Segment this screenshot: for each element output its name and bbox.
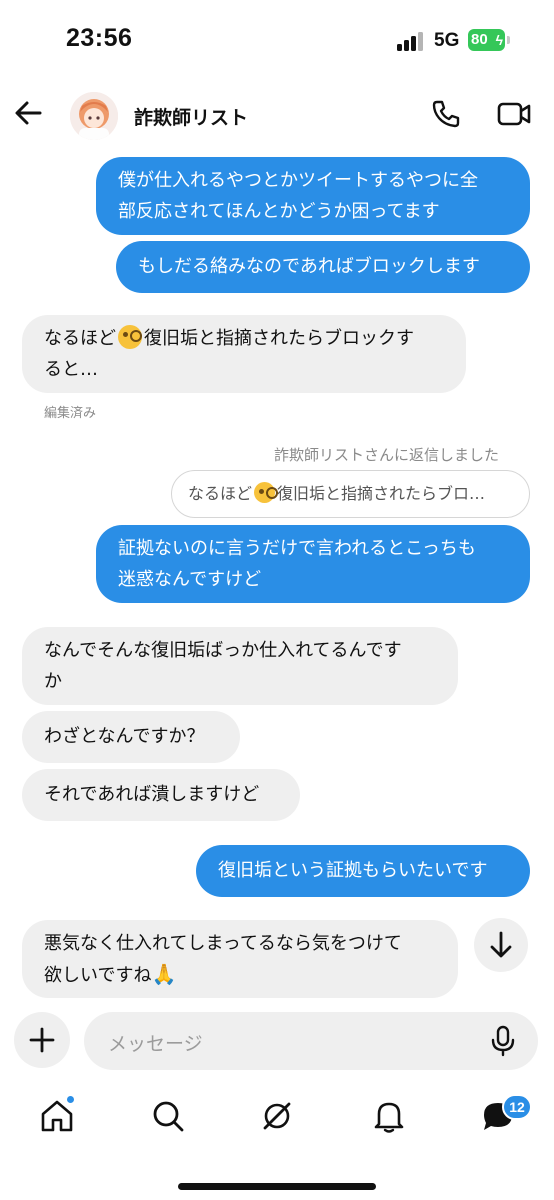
outgoing-message[interactable]: 復旧垢という証拠もらいたいです: [196, 845, 530, 897]
incoming-message[interactable]: なるほど 復旧垢と指摘されたらブロックす ると…: [22, 315, 466, 393]
reply-quote-text: なるほど: [188, 484, 253, 503]
reply-quote[interactable]: なるほど 復旧垢と指摘されたらブロ…: [171, 470, 530, 518]
tab-bar: [0, 1090, 554, 1150]
phone-icon: [432, 100, 460, 128]
avatar[interactable]: [70, 92, 118, 140]
battery-cap: [507, 36, 510, 44]
search-icon: [153, 1101, 184, 1132]
outgoing-message[interactable]: 証拠ないのに言うだけで言われるとこっちも 迷惑なんですけど: [96, 525, 530, 603]
scroll-to-bottom-button[interactable]: [474, 918, 528, 972]
message-text: なるほど: [44, 328, 116, 349]
incoming-message[interactable]: それであれば潰しますけど: [22, 769, 300, 821]
chat-title[interactable]: 詐欺師リスト: [134, 103, 248, 130]
incoming-message[interactable]: なんでそんな復旧垢ばっか仕入れてるんです か: [22, 627, 458, 705]
notification-dot: [66, 1095, 75, 1104]
tab-grok[interactable]: [257, 1096, 297, 1136]
arrow-down-icon: [490, 931, 512, 958]
status-bar: 23:56 5G 80 ϟ: [0, 0, 554, 84]
grok-icon: [263, 1102, 291, 1130]
video-icon: [497, 102, 531, 126]
back-button[interactable]: [12, 96, 46, 130]
monocle-face-icon: [118, 325, 142, 349]
incoming-message[interactable]: わざとなんですか？: [22, 711, 240, 763]
message-placeholder: メッセージ: [108, 1033, 203, 1055]
network-type: 5G: [434, 30, 460, 51]
folded-hands-icon: 🙏: [151, 962, 177, 986]
incoming-message[interactable]: 悪気なく仕入れてしまってるなら気をつけて 欲しいですね🙏: [22, 920, 458, 998]
monocle-face-icon: [254, 482, 279, 503]
tab-home[interactable]: [37, 1095, 77, 1136]
chat-header: 詐欺師リスト: [0, 84, 554, 150]
home-indicator: [178, 1183, 376, 1190]
message-input[interactable]: メッセージ: [84, 1012, 538, 1070]
tab-search[interactable]: [148, 1096, 188, 1136]
call-button[interactable]: [430, 98, 462, 130]
battery-level: 80: [471, 31, 488, 48]
arrow-left-icon: [15, 101, 42, 125]
reply-note: 詐欺師リストさんに返信しました: [274, 446, 500, 464]
outgoing-message[interactable]: 僕が仕入れるやつとかツイートするやつに全 部反応されてほんとかどうか困ってます: [96, 157, 530, 235]
edited-label: 編集済み: [44, 406, 97, 421]
plus-icon: [29, 1027, 55, 1053]
message-text: 悪気なく仕入れてしまってるなら気をつけて 欲しいですね: [44, 933, 402, 986]
add-attachment-button[interactable]: [14, 1012, 70, 1068]
status-time: 23:56: [66, 24, 133, 52]
bell-icon: [374, 1102, 404, 1133]
tab-notifications[interactable]: [369, 1096, 409, 1136]
unread-badge: 12: [502, 1094, 532, 1120]
signal-icon: [397, 31, 423, 51]
outgoing-message[interactable]: もしだる絡みなのであればブロックします: [116, 241, 530, 293]
microphone-icon[interactable]: [488, 1025, 518, 1057]
battery-icon: 80 ϟ: [468, 29, 505, 51]
video-call-button[interactable]: [496, 98, 532, 130]
reply-quote-text: 復旧垢と指摘されたらブロ…: [277, 484, 486, 503]
